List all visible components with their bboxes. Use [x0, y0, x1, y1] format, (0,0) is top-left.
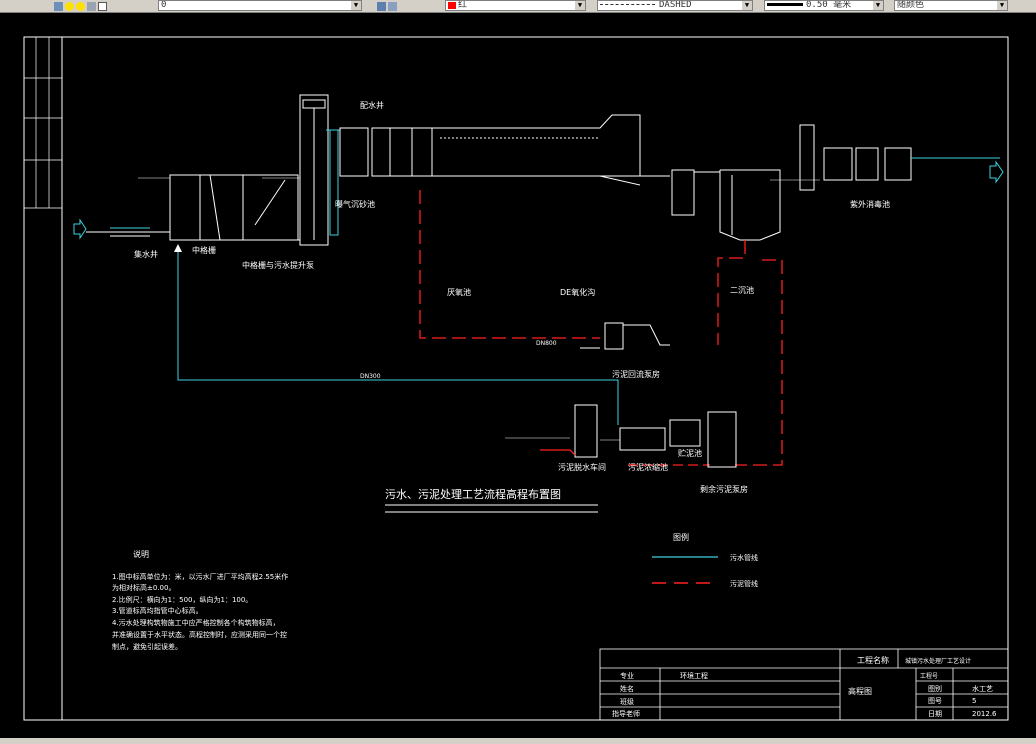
tb-no-label: 图号 — [928, 697, 942, 705]
tb-date-label: 日期 — [928, 710, 942, 718]
dist-well-shape — [411, 127, 433, 177]
tb-id-label: 指导老师 — [612, 709, 640, 718]
contact-tank-shape — [823, 147, 853, 181]
note-line: 2.比例尺：横向为1：500，纵向为1：100。 — [112, 595, 252, 604]
drawing-title: 污水、污泥处理工艺流程高程布置图 — [385, 487, 561, 501]
lock-icon[interactable] — [87, 1, 96, 11]
secondary-inlet-shape — [671, 169, 695, 216]
label-oxidation-ditch: DE氧化沟 — [560, 287, 595, 297]
legend-sludge-label: 污泥管线 — [730, 579, 758, 588]
note-line: 1.图中标高单位为：米，以污水厂进厂平均高程2.55米作 — [112, 572, 288, 581]
lineweight-select[interactable]: 0.50 毫米 ▼ — [764, 0, 884, 11]
ground-lines — [138, 177, 820, 441]
label-dn300: DN300 — [360, 373, 381, 380]
label-sludge-pump: 剩余污泥泵房 — [700, 484, 748, 494]
label-dewater: 污泥脱水车间 — [558, 462, 606, 472]
plotstyle-value: 随颜色 — [897, 0, 925, 10]
layer-tools — [377, 0, 399, 12]
label-contact-tank: 紫外消毒池 — [850, 199, 890, 209]
note-line: 并准确设置于水平状态。高程控制时，应测采用同一个控 — [112, 630, 287, 639]
thickener-shape — [619, 427, 666, 451]
label-anaerobic: 厌氧池 — [447, 287, 471, 297]
note-line: 3.管道标高均指管中心标高。 — [112, 606, 203, 615]
lineweight-sample-icon — [767, 3, 803, 6]
legend: 图例 污水管线 污泥管线 — [652, 532, 758, 588]
legend-title: 图例 — [673, 532, 689, 542]
linetype-select[interactable]: DASHED ▼ — [597, 0, 753, 11]
legend-sewage-label: 污水管线 — [730, 553, 758, 562]
note-line: 4.污水处理构筑物施工中应严格控制各个构筑物标高， — [112, 618, 280, 627]
grit-well-shape — [169, 174, 201, 241]
tb-major-value: 环境工程 — [680, 671, 708, 680]
status-bar — [0, 738, 1036, 744]
label-secondary: 二沉池 — [730, 285, 754, 295]
outer-frame — [23, 36, 1009, 721]
tb-major-label: 专业 — [620, 671, 634, 680]
secondary-clarifier-shape — [719, 169, 781, 241]
chevron-down-icon[interactable]: ▼ — [575, 1, 585, 10]
tb-stage-value: 水工艺 — [972, 684, 993, 693]
tb-stage-label: 图别 — [928, 684, 942, 693]
sun-icon[interactable] — [76, 1, 85, 11]
linetype-value: DASHED — [659, 0, 692, 10]
inner-frame — [61, 36, 1009, 721]
label-grit-chamber: 曝气沉砂池 — [335, 199, 375, 209]
notes-heading: 说明 — [133, 549, 149, 559]
layer-icons — [54, 0, 109, 12]
plotstyle-select[interactable]: 随颜色 ▼ — [894, 0, 1008, 11]
tb-date-value: 2012.6 — [972, 710, 997, 718]
title-block-text: 工程名称 城镇污水处理厂工艺设计 高程图 专业 环境工程 姓名 班级 指导老师 … — [612, 655, 997, 718]
screen-shape — [199, 174, 244, 241]
chevron-down-icon[interactable]: ▼ — [997, 1, 1007, 10]
cad-drawing: 集水井 中格栅 中格栅与污水提升泵 曝气沉砂池 配水井 厌氧池 DE氧化沟 二沉… — [23, 36, 1009, 721]
ditch-section-shape — [431, 114, 641, 177]
layer-value: 0 — [161, 0, 167, 10]
return-pump-shape — [604, 322, 624, 350]
layer-select[interactable]: 0 ▼ — [158, 0, 362, 11]
label-fine-screen: 中格栅与污水提升泵 — [242, 260, 314, 270]
binding-strip — [24, 37, 62, 209]
dewater-shape — [574, 404, 598, 458]
return-sludge-pipe — [419, 190, 600, 339]
color-select[interactable]: 红 ▼ — [445, 0, 586, 11]
label-thickener: 污泥浓缩池 — [628, 462, 668, 472]
note-line: 制点，避免引起误差。 — [112, 642, 182, 651]
layer-previous-icon[interactable] — [388, 1, 397, 11]
label-storage: 贮泥池 — [678, 448, 702, 458]
notes-block: 说明 1.图中标高单位为：米，以污水厂进厂平均高程2.55米作 为相对标高±0.… — [112, 549, 288, 651]
color-square-icon[interactable] — [98, 1, 107, 11]
chevron-down-icon[interactable]: ▼ — [742, 1, 752, 10]
color-value: 红 — [458, 0, 468, 10]
tb-drawingno-label: 工程号 — [920, 672, 938, 680]
red-swatch-icon — [448, 2, 456, 9]
up-arrow-icon — [174, 244, 182, 252]
label-dn800: DN800 — [536, 340, 557, 347]
sewage-return-pipe — [177, 245, 619, 425]
tb-project-label: 工程名称 — [857, 655, 889, 665]
tb-class-label: 班级 — [620, 697, 634, 706]
label-dist-well: 配水井 — [360, 100, 384, 110]
tb-drawing-name: 高程图 — [848, 686, 872, 696]
bulb-icon[interactable] — [65, 1, 74, 11]
label-grit-well: 集水井 — [134, 249, 158, 259]
grit-chamber-shape — [339, 127, 369, 177]
chevron-down-icon[interactable]: ▼ — [351, 1, 361, 10]
chevron-down-icon[interactable]: ▼ — [873, 1, 883, 10]
tb-project-name: 城镇污水处理厂工艺设计 — [905, 657, 971, 665]
pump-pit-shape — [242, 174, 299, 241]
inlet-arrow-icon — [73, 218, 87, 240]
label-coarse-screen: 中格栅 — [192, 245, 216, 255]
layer-manager-icon[interactable] — [54, 1, 63, 11]
note-line: 为相对标高±0.00。 — [112, 583, 175, 592]
dashed-sample-icon — [600, 4, 655, 5]
label-return-pump: 污泥回流泵房 — [612, 369, 660, 379]
tb-no-value: 5 — [972, 697, 976, 705]
outlet-arrow-icon — [989, 160, 1004, 184]
storage-shape — [669, 419, 701, 447]
match-layer-icon[interactable] — [377, 1, 386, 11]
tb-name-label: 姓名 — [620, 684, 634, 693]
drawing-canvas[interactable]: 集水井 中格栅 中格栅与污水提升泵 曝气沉砂池 配水井 厌氧池 DE氧化沟 二沉… — [0, 12, 1036, 738]
lineweight-value: 0.50 毫米 — [806, 0, 852, 10]
sludge-pump-shape — [707, 411, 737, 468]
